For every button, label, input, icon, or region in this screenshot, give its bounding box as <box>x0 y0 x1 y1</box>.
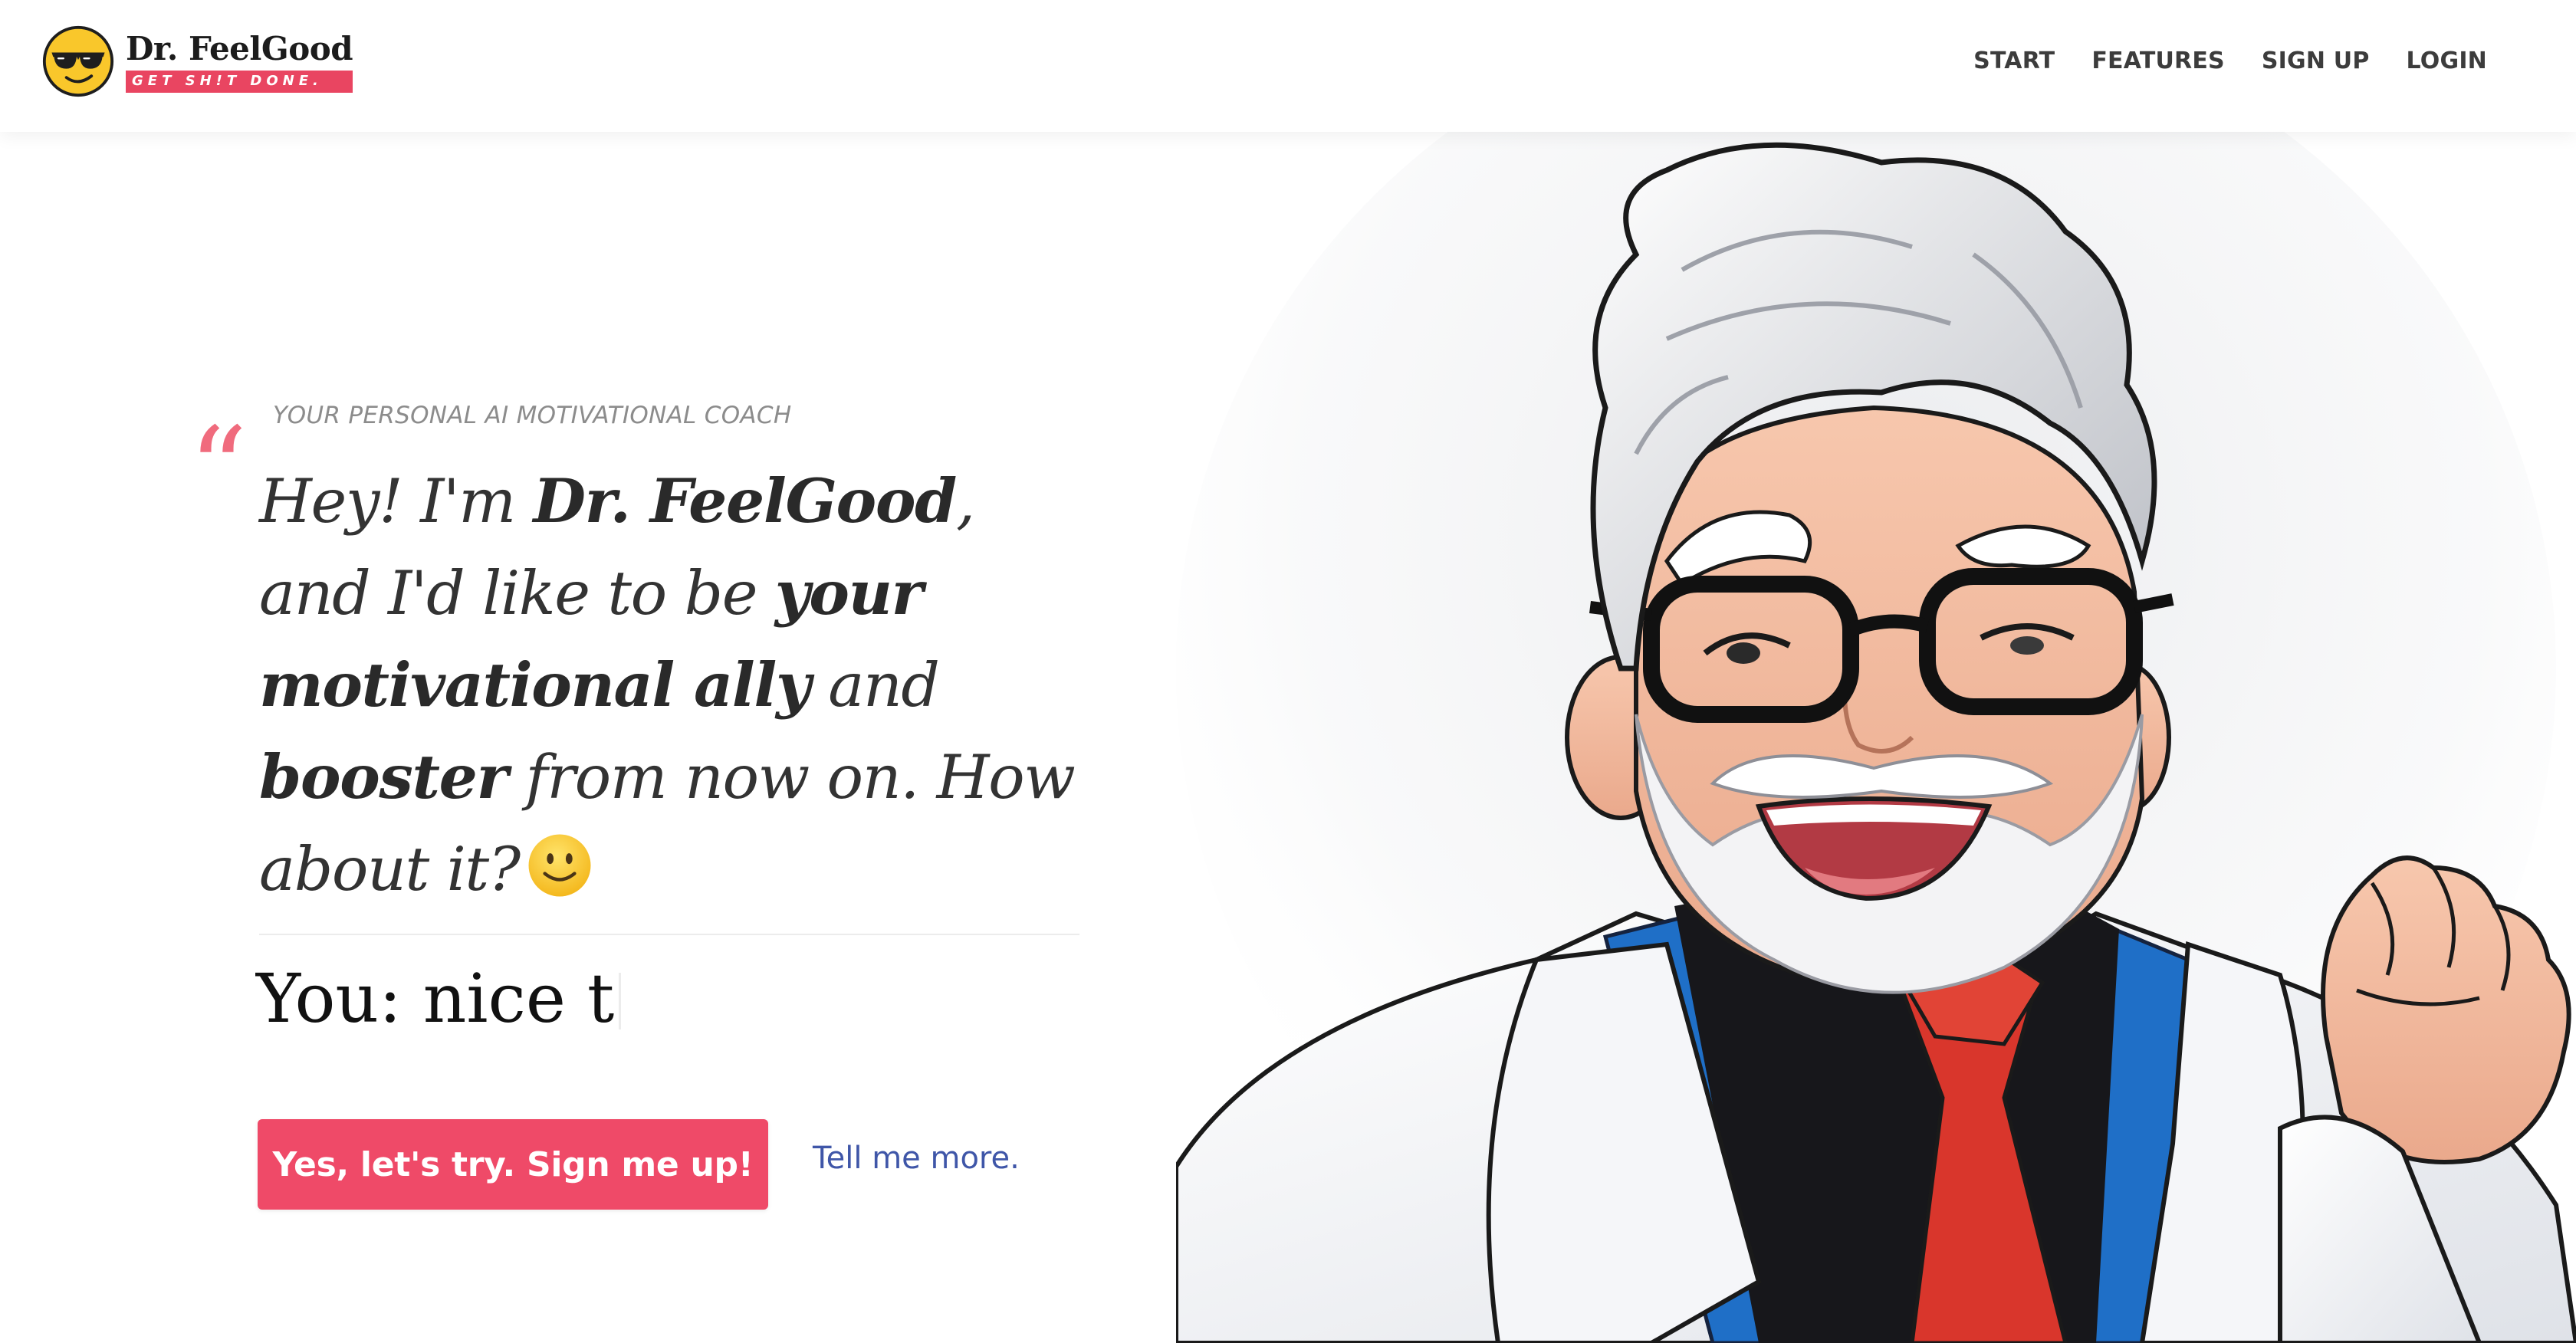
tell-me-more-link[interactable]: Tell me more. <box>813 1141 1020 1176</box>
quote-name: Dr. FeelGood <box>533 465 957 537</box>
quote-text-3: and <box>810 650 940 721</box>
quote-mark-icon: “ <box>189 403 248 537</box>
hero-quote: Hey! I'm Dr. FeelGood, and I'd like to b… <box>259 455 1087 915</box>
nav-login[interactable]: LOGIN <box>2407 48 2487 74</box>
slightly-smiling-face-icon <box>528 834 591 897</box>
nav-start[interactable]: START <box>1973 48 2055 74</box>
sign-up-button[interactable]: Yes, let's try. Sign me up! <box>258 1119 768 1210</box>
landing-page: Dr. FeelGood GET SH!T DONE. START FEATUR… <box>0 0 2576 1343</box>
user-reply: You: nice t <box>256 957 622 1041</box>
brand-tagline: GET SH!T DONE. <box>126 70 353 93</box>
sunglasses-smiley-icon <box>42 25 114 97</box>
brand-name: Dr. FeelGood <box>126 29 353 67</box>
divider <box>259 934 1079 935</box>
nav-sign-up[interactable]: SIGN UP <box>2262 48 2370 74</box>
quote-strong-booster: booster <box>259 741 508 813</box>
hero-eyebrow: YOUR PERSONAL AI MOTIVATIONAL COACH <box>273 402 792 429</box>
nav-features[interactable]: FEATURES <box>2091 48 2225 74</box>
doctor-character-illustration <box>1176 132 2576 1343</box>
site-header: Dr. FeelGood GET SH!T DONE. START FEATUR… <box>0 0 2576 132</box>
brand-wordmark: Dr. FeelGood GET SH!T DONE. <box>126 29 353 93</box>
quote-text-1: Hey! I'm <box>259 466 534 537</box>
brand-logo[interactable]: Dr. FeelGood GET SH!T DONE. <box>41 23 353 100</box>
main-nav: START FEATURES SIGN UP LOGIN <box>1973 48 2487 74</box>
user-reply-text: You: nice t <box>256 959 615 1038</box>
text-caret <box>619 973 622 1029</box>
